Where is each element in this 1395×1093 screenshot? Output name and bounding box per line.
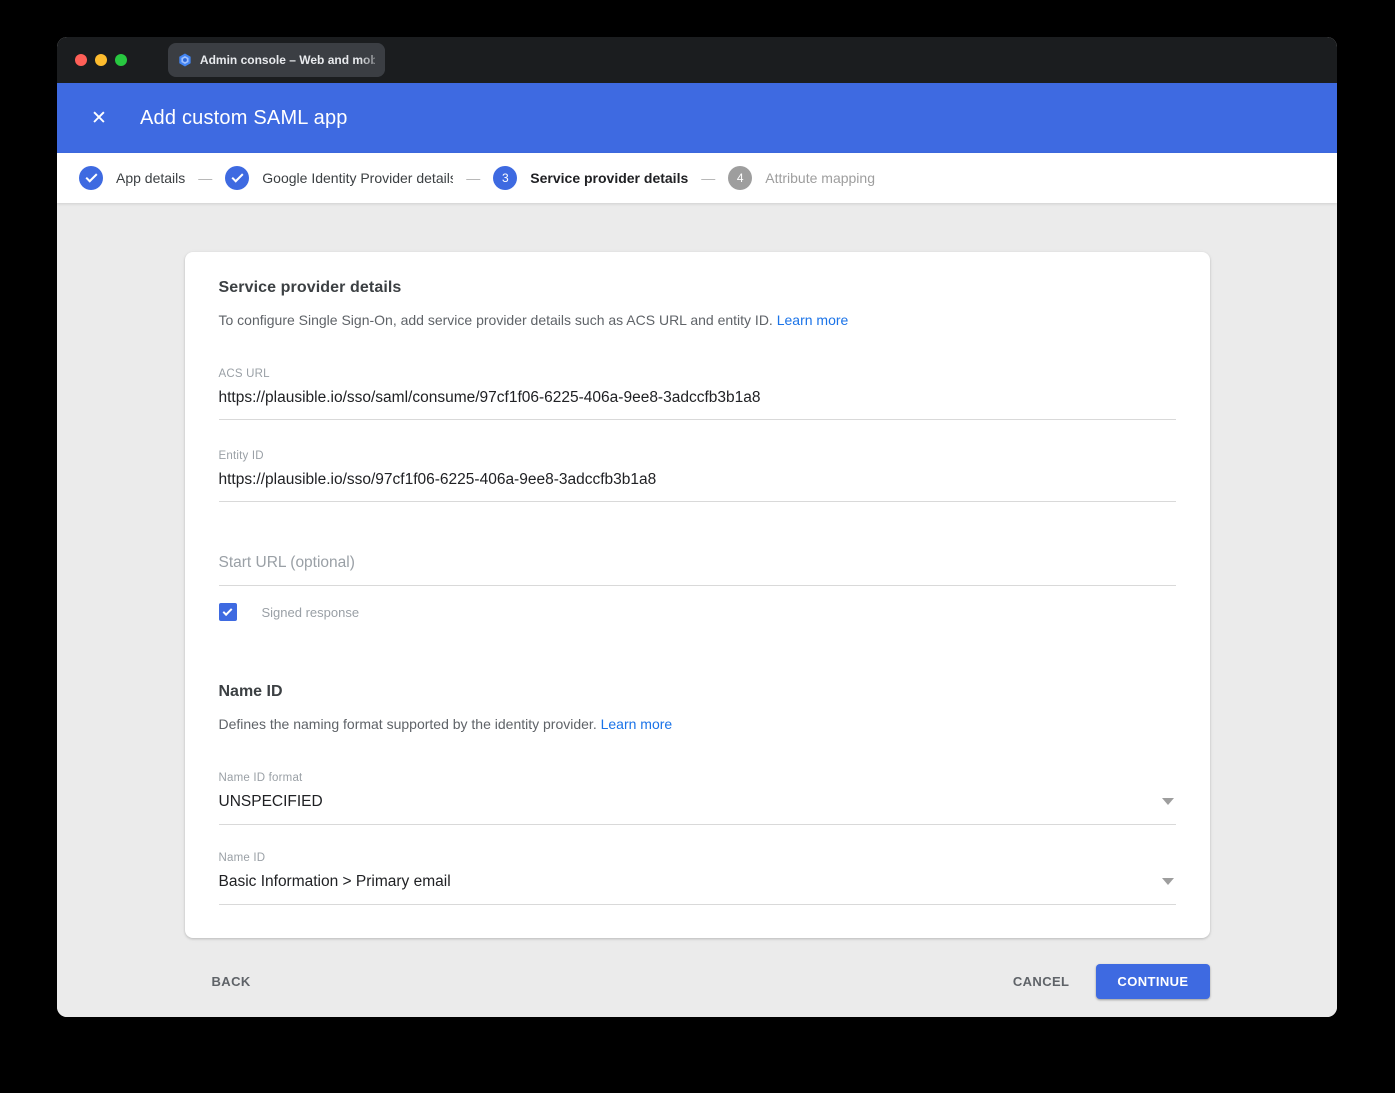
name-id-format-dropdown[interactable]: Name ID format UNSPECIFIED bbox=[219, 772, 1176, 825]
step-number-badge: 4 bbox=[728, 166, 752, 190]
signed-response-checkbox[interactable] bbox=[219, 603, 237, 621]
entity-id-label: Entity ID bbox=[219, 450, 1176, 462]
name-id-dropdown[interactable]: Name ID Basic Information > Primary emai… bbox=[219, 852, 1176, 905]
name-id-format-label: Name ID format bbox=[219, 772, 1176, 784]
cancel-button[interactable]: CANCEL bbox=[1013, 974, 1070, 989]
acs-url-value[interactable]: https://plausible.io/sso/saml/consume/97… bbox=[219, 380, 1176, 420]
window-controls bbox=[75, 54, 127, 66]
chevron-down-icon bbox=[1162, 798, 1174, 805]
step-label: Service provider details bbox=[530, 170, 688, 186]
step-label: Google Identity Provider details bbox=[262, 170, 453, 186]
acs-url-field: ACS URL https://plausible.io/sso/saml/co… bbox=[219, 368, 1176, 420]
step-attribute-mapping[interactable]: 4 Attribute mapping bbox=[728, 166, 875, 190]
step-google-identity-provider-details[interactable]: Google Identity Provider details bbox=[225, 166, 453, 190]
close-window-button[interactable] bbox=[75, 54, 87, 66]
step-separator: — bbox=[466, 170, 480, 186]
signed-response-row: Signed response bbox=[219, 603, 1176, 621]
step-number-badge: 3 bbox=[493, 166, 517, 190]
step-complete-check-icon bbox=[225, 166, 249, 190]
name-id-format-value: UNSPECIFIED bbox=[219, 784, 1176, 825]
dialog-content: Service provider details To configure Si… bbox=[57, 203, 1337, 1017]
start-url-field bbox=[219, 554, 1176, 586]
close-icon[interactable]: ✕ bbox=[88, 109, 110, 128]
learn-more-link[interactable]: Learn more bbox=[777, 312, 849, 328]
step-label: App details bbox=[116, 170, 185, 186]
name-id-label: Name ID bbox=[219, 852, 1176, 864]
signed-response-label: Signed response bbox=[262, 605, 360, 620]
chevron-down-icon bbox=[1162, 878, 1174, 885]
entity-id-field: Entity ID https://plausible.io/sso/97cf1… bbox=[219, 450, 1176, 502]
zoom-window-button[interactable] bbox=[115, 54, 127, 66]
step-separator: — bbox=[198, 170, 212, 186]
wizard-stepper: App details — Google Identity Provider d… bbox=[57, 153, 1337, 203]
description-text: To configure Single Sign-On, add service… bbox=[219, 312, 773, 328]
browser-tab-bar: Admin console – Web and mobile a bbox=[57, 37, 1337, 83]
step-separator: — bbox=[701, 170, 715, 186]
dialog-header: ✕ Add custom SAML app bbox=[57, 83, 1337, 153]
name-id-description: Defines the naming format supported by t… bbox=[219, 716, 1176, 732]
step-label: Attribute mapping bbox=[765, 170, 875, 186]
desktop-background: { "window": { "tab": { "title": "Admin c… bbox=[0, 0, 1395, 1093]
dialog-footer: BACK CANCEL CONTINUE bbox=[185, 964, 1210, 999]
acs-url-label: ACS URL bbox=[219, 368, 1176, 380]
start-url-input[interactable] bbox=[219, 554, 1176, 586]
tab-title: Admin console – Web and mobile a bbox=[200, 53, 375, 67]
learn-more-link[interactable]: Learn more bbox=[601, 716, 673, 732]
browser-tab[interactable]: Admin console – Web and mobile a bbox=[168, 43, 385, 77]
continue-button[interactable]: CONTINUE bbox=[1096, 964, 1209, 999]
entity-id-value[interactable]: https://plausible.io/sso/97cf1f06-6225-4… bbox=[219, 462, 1176, 502]
service-provider-card: Service provider details To configure Si… bbox=[185, 252, 1210, 938]
section-description: To configure Single Sign-On, add service… bbox=[219, 312, 1176, 328]
description-text: Defines the naming format supported by t… bbox=[219, 716, 597, 732]
admin-console-favicon-icon bbox=[178, 52, 192, 68]
back-button[interactable]: BACK bbox=[212, 974, 251, 989]
minimize-window-button[interactable] bbox=[95, 54, 107, 66]
dialog-title: Add custom SAML app bbox=[140, 107, 348, 130]
browser-window: Admin console – Web and mobile a ✕ Add c… bbox=[57, 37, 1337, 1017]
section-title-name-id: Name ID bbox=[219, 683, 1176, 701]
section-title-service-provider: Service provider details bbox=[219, 279, 1176, 297]
checkbox-check-icon bbox=[223, 606, 233, 616]
step-service-provider-details[interactable]: 3 Service provider details bbox=[493, 166, 688, 190]
step-complete-check-icon bbox=[79, 166, 103, 190]
name-id-value: Basic Information > Primary email bbox=[219, 864, 1176, 905]
step-app-details[interactable]: App details bbox=[79, 166, 185, 190]
